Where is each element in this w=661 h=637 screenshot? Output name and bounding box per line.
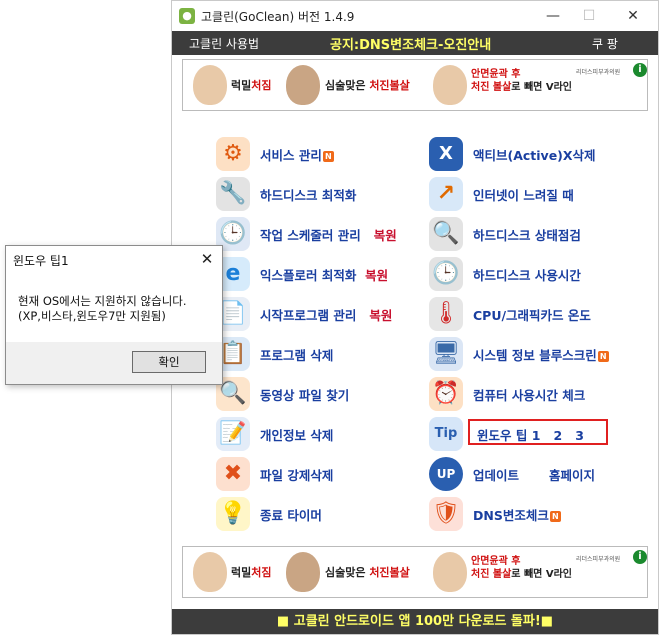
bottom-ad-banner[interactable]: 럭밀처짐 심술맞은 처진볼살 안면윤곽 후 처진 볼살로 빼면 V라인 리더스피…	[182, 546, 648, 598]
item-label: 하드디스크 상태점검	[473, 228, 581, 243]
lightbulb-icon: 💡	[216, 497, 250, 531]
item-label: 컴퓨터 사용시간 체크	[473, 388, 586, 403]
update-icon: UP	[429, 457, 463, 491]
menu-bar: 고클린 사용법 공지:DNS변조체크-오진안내 쿠 팡	[172, 31, 658, 55]
tip-dialog: 윈도우 팁1 ✕ 현재 OS에서는 지원하지 않습니다. (XP,비스타,윈도우…	[5, 245, 223, 385]
ad-logo: 리더스피부과의원	[576, 556, 621, 563]
ad-text-3: 안면윤곽 후 처진 볼살로 빼면 V라인	[471, 556, 572, 580]
item-label: 익스플로러 최적화 복원	[260, 268, 389, 283]
ad-face-1	[193, 552, 227, 592]
computer-icon: 🖥	[429, 337, 463, 371]
delete-file-icon: ✖	[216, 457, 250, 491]
item-label: 서비스 관리 N	[260, 145, 334, 164]
item-label: 하드디스크 최적화	[260, 188, 357, 203]
item-label: 파일 강제삭제	[260, 468, 334, 483]
new-badge: N	[549, 511, 561, 522]
thermometer-icon: 🌡	[429, 297, 463, 331]
notepad-icon: 📝	[216, 417, 250, 451]
ad-text-1: 럭밀처짐	[231, 566, 272, 579]
menu-notice[interactable]: 공지:DNS변조체크-오진안내	[330, 34, 491, 53]
top-ad-banner[interactable]: 럭밀처짐 심술맞은 처진볼살 안면윤곽 후 처진 볼살로 빼면 V라인 리더스피…	[182, 59, 648, 111]
title-bar: ● 고클린(GoClean) 버전 1.4.9 — ☐ ✕	[172, 1, 658, 31]
ad-face-3	[433, 65, 467, 105]
item-label: 액티브(Active)X삭제	[473, 148, 596, 163]
alarm-clock-icon: ⏰	[429, 377, 463, 411]
item-label: 인터넷이 느려질 때	[473, 188, 574, 203]
disk-search-icon: 🔍	[429, 217, 463, 251]
ad-text-1: 럭밀처짐	[231, 79, 272, 92]
ok-button[interactable]: 확인	[132, 351, 206, 373]
new-badge: N	[322, 151, 334, 162]
dialog-message-line1: 현재 OS에서는 지원하지 않습니다.	[18, 294, 187, 308]
app-icon: ●	[179, 8, 195, 24]
highlight-box	[468, 419, 608, 445]
shield-icon: 🛡	[429, 497, 463, 531]
menu-coupang[interactable]: 쿠 팡	[592, 35, 618, 52]
ad-text-3: 안면윤곽 후 처진 볼살로 빼면 V라인	[471, 69, 572, 93]
ad-logo: 리더스피부과의원	[576, 69, 621, 76]
ad-face-2	[286, 65, 320, 105]
window-title: 고클린(GoClean) 버전 1.4.9	[201, 10, 355, 24]
item-label: CPU/그래픽카드 온도	[473, 308, 591, 323]
homepage-link[interactable]: 홈페이지	[549, 465, 595, 484]
tip-icon: Tip	[429, 417, 463, 451]
wrench-icon: 🔧	[216, 177, 250, 211]
dialog-close-button[interactable]: ✕	[196, 248, 218, 270]
close-button[interactable]: ✕	[618, 5, 648, 27]
item-label: 개인정보 삭제	[260, 428, 334, 443]
minimize-button[interactable]: —	[538, 5, 568, 27]
item-label: 시스템 정보 블루스크린 N	[473, 345, 609, 364]
ad-face-1	[193, 65, 227, 105]
main-window: ● 고클린(GoClean) 버전 1.4.9 — ☐ ✕ 고클린 사용법 공지…	[171, 0, 659, 635]
maximize-button[interactable]: ☐	[574, 5, 604, 27]
item-label: DNS변조체크 N	[473, 505, 561, 524]
restore-link[interactable]: 복원	[365, 268, 388, 283]
item-label: 작업 스케줄러 관리 복원	[260, 228, 397, 243]
ad-face-3	[433, 552, 467, 592]
item-label: 프로그램 삭제	[260, 348, 334, 363]
ad-face-2	[286, 552, 320, 592]
menu-how-to-use[interactable]: 고클린 사용법	[189, 35, 259, 52]
ad-info-icon[interactable]: i	[633, 550, 647, 564]
item-label: 업데이트	[473, 468, 520, 483]
dialog-title: 윈도우 팁1	[13, 254, 69, 268]
item-label: 종료 타이머	[260, 508, 322, 523]
new-badge: N	[597, 351, 609, 362]
dialog-button-bar: 확인	[6, 342, 222, 384]
gear-icon: ⚙	[216, 137, 250, 171]
item-label: 동영상 파일 찾기	[260, 388, 350, 403]
ad-info-icon[interactable]: i	[633, 63, 647, 77]
disk-clock-icon: 🕒	[429, 257, 463, 291]
item-label: 시작프로그램 관리 복원	[260, 308, 393, 323]
ad-text-2: 심술맞은 처진볼살	[325, 566, 410, 579]
dialog-message-line2: (XP,비스타,윈도우7만 지원됨)	[18, 309, 166, 323]
item-label: 하드디스크 사용시간	[473, 268, 581, 283]
ad-text-2: 심술맞은 처진볼살	[325, 79, 410, 92]
activex-icon: X	[429, 137, 463, 171]
speed-arrow-icon: ↗	[429, 177, 463, 211]
restore-link[interactable]: 복원	[374, 228, 397, 243]
restore-link[interactable]: 복원	[369, 308, 392, 323]
footer-announcement[interactable]: ■ 고클린 안드로이드 앱 100만 다운로드 돌파!■	[172, 609, 658, 634]
